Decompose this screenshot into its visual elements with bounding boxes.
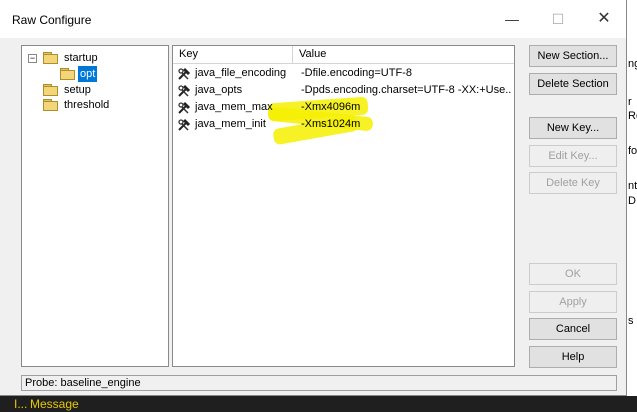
open-folder-icon: [60, 68, 76, 80]
status-bar: Probe: baseline_engine: [21, 375, 617, 391]
window-title: Raw Configure: [12, 13, 92, 27]
list-row[interactable]: java_mem_init -Xms1024m: [173, 116, 514, 133]
background-text: Ro: [628, 110, 637, 122]
tree-node-label: startup: [64, 52, 98, 64]
delete-section-button[interactable]: Delete Section: [529, 73, 617, 95]
row-key: java_opts: [195, 84, 243, 96]
new-key-button[interactable]: New Key...: [529, 117, 617, 139]
tree-node-label: threshold: [64, 99, 110, 111]
row-value: -Dpds.encoding.charset=UTF-8 -XX:+Use...: [301, 84, 511, 96]
row-key: java_mem_init: [195, 118, 266, 130]
background-text: s: [628, 315, 634, 327]
background-marker: I...: [14, 397, 28, 411]
cancel-button[interactable]: Cancel: [529, 318, 617, 340]
tool-wrench-hammer-icon: [178, 118, 191, 131]
background-text: ng: [628, 58, 637, 70]
tree-node-startup[interactable]: − startup: [28, 50, 168, 66]
delete-key-button[interactable]: Delete Key: [529, 172, 617, 194]
tree-node-opt[interactable]: opt: [60, 66, 160, 82]
ok-button[interactable]: OK: [529, 263, 617, 285]
column-header-value[interactable]: Value: [293, 46, 514, 63]
background-message-label: Message: [30, 397, 79, 411]
tree-node-setup[interactable]: setup: [43, 82, 163, 98]
apply-button[interactable]: Apply: [529, 291, 617, 313]
folder-icon: [43, 52, 59, 64]
tree-node-label: opt: [78, 66, 98, 82]
background-message-bar: I... Message: [0, 396, 637, 412]
list-row[interactable]: java_file_encoding -Dfile.encoding=UTF-8: [173, 65, 514, 82]
background-text: fo: [628, 145, 637, 157]
row-value: -Xms1024m: [301, 118, 361, 130]
tree-node-threshold[interactable]: threshold: [43, 97, 163, 113]
background-text: nt: [628, 180, 637, 192]
close-button[interactable]: ✕: [595, 10, 613, 28]
folder-icon: [43, 84, 59, 96]
row-key: java_file_encoding: [195, 67, 287, 79]
list-header: Key Value: [173, 46, 514, 64]
column-header-key[interactable]: Key: [173, 46, 293, 63]
row-value: -Xmx4096m: [301, 101, 361, 113]
list-row[interactable]: java_opts -Dpds.encoding.charset=UTF-8 -…: [173, 82, 514, 99]
tool-wrench-hammer-icon: [178, 101, 191, 114]
background-text: D: [628, 195, 636, 207]
folder-icon: [43, 99, 59, 111]
key-value-list[interactable]: Key Value java_file_encoding -Dfile.enco…: [172, 45, 515, 367]
background-text: r: [628, 96, 632, 108]
row-key: java_mem_max: [195, 101, 273, 113]
new-section-button[interactable]: New Section...: [529, 45, 617, 67]
edit-key-button[interactable]: Edit Key...: [529, 145, 617, 167]
help-button[interactable]: Help: [529, 346, 617, 368]
tool-wrench-hammer-icon: [178, 67, 191, 80]
tree-node-label: setup: [64, 84, 91, 96]
minimize-button[interactable]: —: [503, 10, 521, 28]
background-window-fragment: ng r Ro fo nt D s: [627, 0, 637, 396]
section-tree[interactable]: − startup opt setup threshold: [21, 45, 169, 367]
list-row[interactable]: java_mem_max -Xmx4096m: [173, 99, 514, 116]
row-value: -Dfile.encoding=UTF-8: [301, 67, 412, 79]
collapse-icon[interactable]: −: [28, 54, 37, 63]
maximize-button[interactable]: ☐: [549, 10, 567, 28]
title-bar[interactable]: Raw Configure — ☐ ✕: [0, 0, 626, 38]
raw-configure-dialog: Raw Configure — ☐ ✕ − startup opt setup …: [0, 0, 627, 396]
tool-wrench-hammer-icon: [178, 84, 191, 97]
